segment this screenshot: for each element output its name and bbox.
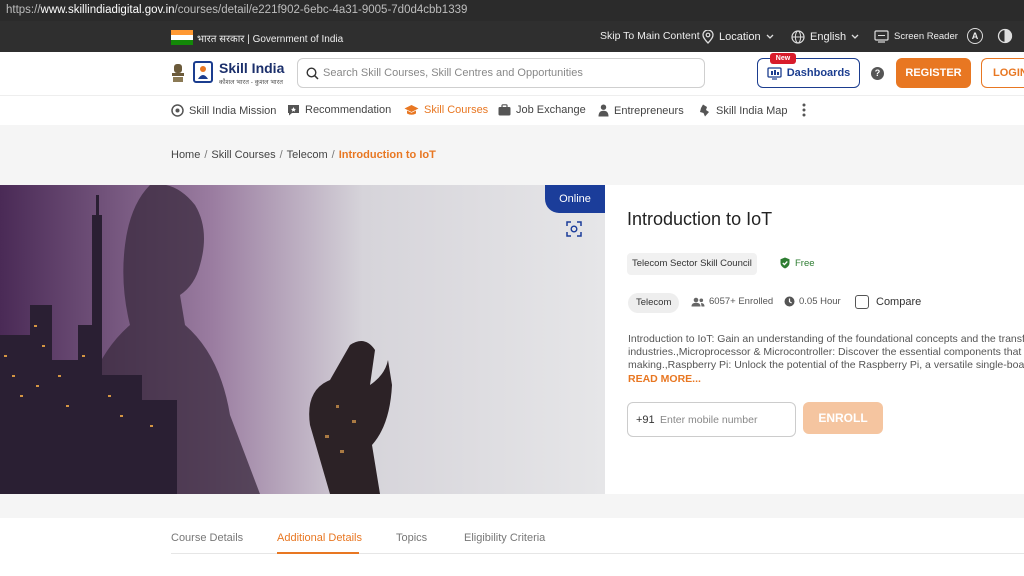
recommendation-icon: [288, 105, 299, 116]
screen-reader-link[interactable]: Screen Reader: [874, 30, 958, 43]
tab-eligibility-criteria[interactable]: Eligibility Criteria: [464, 532, 545, 544]
location-pin-icon: [702, 30, 714, 44]
logo-title[interactable]: Skill India: [219, 60, 284, 76]
price-badge: Free: [780, 257, 815, 269]
enrolled-count: 6057+ Enrolled: [691, 296, 773, 307]
users-icon: [691, 297, 705, 306]
site-header: Skill India कौशल भारत - कुशल भारत Dashbo…: [0, 52, 1024, 95]
nav-more-menu[interactable]: [802, 103, 806, 117]
read-more-link[interactable]: READ MORE...: [628, 373, 701, 385]
url-domain: www.skillindiadigital.gov.in: [40, 4, 175, 16]
mode-badge: Online: [545, 185, 605, 213]
contrast-toggle[interactable]: [997, 28, 1013, 44]
nav-item-job-exchange[interactable]: Job Exchange: [498, 104, 586, 116]
duration-info: 0.05 Hour: [784, 296, 841, 307]
sector-badge: Telecom Sector Skill Council: [627, 253, 757, 275]
dashboard-icon: [767, 66, 782, 80]
url-path: /courses/detail/e221f902-6ebc-4a31-9005-…: [174, 4, 468, 16]
logo-tagline: कौशल भारत - कुशल भारत: [219, 79, 283, 86]
government-label: भारत सरकार | Government of India: [197, 34, 344, 45]
government-english: Government of India: [252, 34, 344, 45]
country-code: +91: [636, 414, 655, 426]
nav-item-skill-courses[interactable]: Skill Courses: [404, 104, 488, 116]
search-bar[interactable]: [297, 58, 705, 88]
skill-india-logo-icon[interactable]: [193, 61, 213, 83]
nav-item-skill-india-mission[interactable]: Skill India Mission: [171, 104, 276, 117]
course-tabs: Course Details Additional Details Topics…: [0, 518, 1024, 576]
search-input[interactable]: [323, 63, 693, 83]
help-icon[interactable]: ?: [871, 67, 884, 80]
skip-to-main-link[interactable]: Skip To Main Content: [600, 30, 700, 42]
search-icon: [306, 67, 319, 80]
active-tab-indicator: [277, 552, 359, 554]
briefcase-icon: [498, 104, 511, 116]
clock-icon: [784, 296, 795, 307]
national-emblem-icon: [172, 64, 184, 82]
mobile-number-field[interactable]: +91: [627, 402, 796, 437]
font-size-button[interactable]: A: [967, 28, 983, 44]
course-description: Introduction to IoT: Gain an understandi…: [628, 333, 1024, 371]
login-button[interactable]: LOGIN: [981, 58, 1024, 88]
chevron-down-icon: [851, 34, 859, 39]
location-dropdown[interactable]: Location: [702, 30, 774, 44]
breadcrumb-current: Introduction to IoT: [338, 149, 436, 161]
compare-label[interactable]: Compare: [876, 296, 921, 308]
font-size-icon: A: [967, 28, 983, 44]
chevron-down-icon: [766, 34, 774, 39]
nav-item-skill-india-map[interactable]: Skill India Map: [698, 104, 788, 117]
mobile-number-input[interactable]: [660, 411, 790, 429]
new-badge: New: [770, 53, 796, 64]
mission-icon: [171, 104, 184, 117]
map-icon: [700, 104, 709, 117]
globe-icon: [791, 30, 805, 44]
tab-course-details[interactable]: Course Details: [171, 532, 243, 544]
zoom-image-icon[interactable]: [565, 220, 583, 238]
compare-checkbox[interactable]: [855, 295, 869, 309]
more-vertical-icon: [802, 103, 806, 117]
nav-item-entrepreneurs[interactable]: Entrepreneurs: [598, 104, 684, 117]
enroll-button[interactable]: ENROLL: [803, 402, 883, 434]
government-hindi: भारत सरकार: [197, 34, 245, 45]
register-button[interactable]: REGISTER: [896, 58, 971, 88]
breadcrumb: Home / Skill Courses / Telecom / Introduction …: [171, 149, 436, 161]
tab-topics[interactable]: Topics: [396, 532, 427, 544]
person-icon: [598, 104, 609, 117]
contrast-icon: [997, 28, 1013, 44]
shield-check-icon: [780, 257, 790, 269]
graduation-cap-icon: [404, 105, 419, 115]
india-flag-icon: [171, 30, 193, 45]
address-bar[interactable]: https://www.skillindiadigital.gov.in/cou…: [0, 0, 1024, 21]
breadcrumb-skill-courses[interactable]: Skill Courses: [211, 149, 275, 161]
url-prefix: https://: [6, 4, 41, 16]
course-title: Introduction to IoT: [627, 209, 773, 229]
breadcrumb-home[interactable]: Home: [171, 149, 200, 161]
course-hero-image: [0, 185, 605, 494]
language-dropdown[interactable]: English: [791, 30, 859, 44]
category-tag[interactable]: Telecom: [628, 293, 680, 313]
screen-reader-icon: [874, 30, 889, 43]
main-navigation: Skill India Mission Recommendation Skill…: [0, 95, 1024, 125]
nav-item-recommendation[interactable]: Recommendation: [287, 104, 391, 116]
breadcrumb-telecom[interactable]: Telecom: [287, 149, 328, 161]
city-silhouette-illustration: [0, 185, 605, 494]
tab-additional-details[interactable]: Additional Details: [277, 532, 362, 544]
government-bar: भारत सरकार | Government of India Skip To…: [0, 21, 1024, 52]
